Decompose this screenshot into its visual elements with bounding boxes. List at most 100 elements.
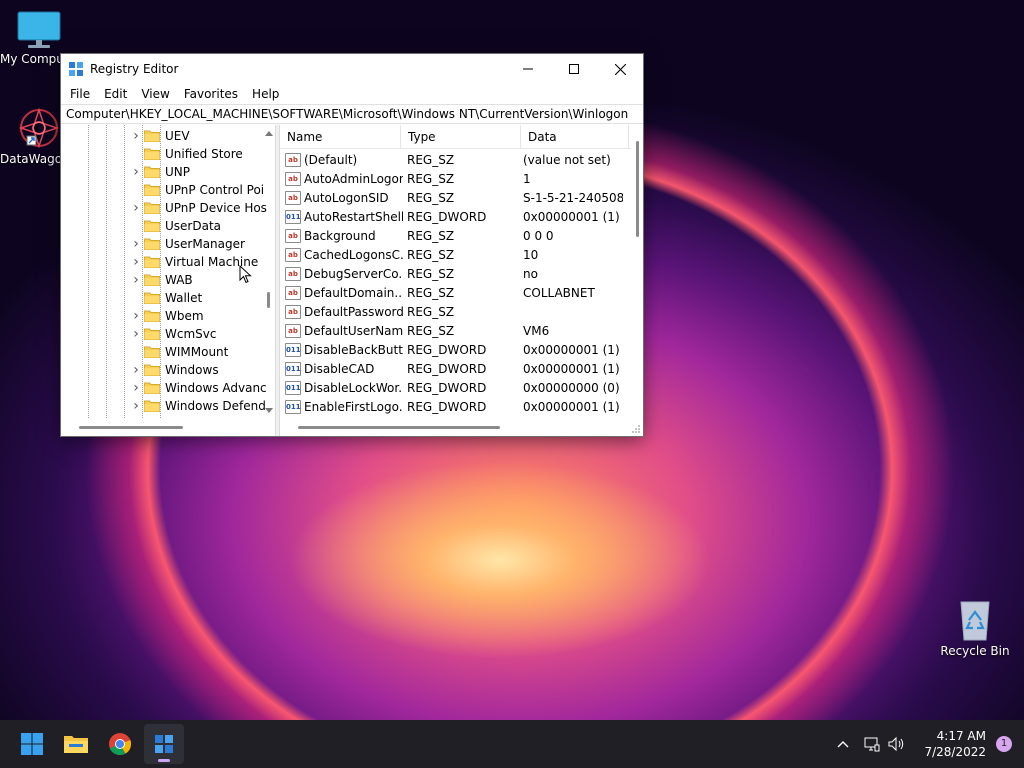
tree-item[interactable]: › Windows Advanc: [131, 379, 266, 397]
chevron-right-icon[interactable]: ›: [131, 164, 141, 180]
value-row[interactable]: ab DefaultDomain... REG_SZ COLLABNET: [280, 283, 623, 302]
tree-item[interactable]: › UEV: [131, 127, 190, 145]
registry-editor-icon: [69, 62, 83, 76]
chrome-button[interactable]: [100, 724, 140, 764]
value-data: 0 0 0: [523, 228, 554, 243]
tree-horizontal-scrollbar[interactable]: [61, 418, 275, 436]
clock[interactable]: 4:17 AM 7/28/2022: [924, 728, 986, 760]
resize-grip-icon[interactable]: [631, 424, 641, 434]
chevron-right-icon[interactable]: ›: [131, 326, 141, 342]
monitor-icon: [17, 11, 61, 48]
tree-item[interactable]: › UPnP Device Hos: [131, 199, 267, 217]
tree-item[interactable]: UPnP Control Poi: [131, 181, 264, 199]
maximize-button[interactable]: [551, 54, 597, 84]
menu-edit[interactable]: Edit: [97, 87, 134, 101]
value-row[interactable]: abAutoLogonSID REG_SZ S-1-5-21-24050806: [280, 188, 623, 207]
tree-scroll-thumb[interactable]: [267, 292, 270, 308]
clock-date: 7/28/2022: [924, 745, 986, 759]
chevron-right-icon[interactable]: ›: [131, 200, 141, 216]
value-row[interactable]: 011 DisableLockWor... REG_DWORD 0x00000000 …: [280, 378, 623, 397]
tree-item[interactable]: WIMMount: [131, 343, 228, 361]
tree-item[interactable]: › UserManager: [131, 235, 245, 253]
tree-item[interactable]: › WcmSvc: [131, 325, 216, 343]
value-name: DefaultPassword: [304, 304, 403, 319]
menu-favorites[interactable]: Favorites: [177, 87, 245, 101]
tree-item[interactable]: › Windows: [131, 361, 218, 379]
value-row[interactable]: 011DisableBackButt... REG_DWORD 0x00000001…: [280, 340, 623, 359]
folder-icon: [144, 166, 160, 178]
value-row[interactable]: 011 DisableCAD REG_DWORD 0x00000001 (1): [280, 359, 623, 378]
tree-item-label: WcmSvc: [165, 327, 217, 341]
tree-item[interactable]: › WAB: [131, 271, 192, 289]
value-row[interactable]: ab (Default) REG_SZ (value not set): [280, 150, 623, 169]
title-bar[interactable]: Registry Editor: [61, 54, 643, 84]
value-data: 0x00000001 (1): [523, 342, 620, 357]
value-row[interactable]: ab AutoAdminLogon REG_SZ 1: [280, 169, 623, 188]
value-type: REG_SZ: [407, 152, 455, 167]
list-hscroll-thumb[interactable]: [298, 426, 500, 429]
values-list[interactable]: Name Type Data ab (Default) REG_SZ (value n…: [280, 125, 643, 436]
tree-item[interactable]: Unified Store: [131, 145, 243, 163]
folder-icon: [144, 400, 160, 412]
chevron-right-icon[interactable]: ›: [131, 380, 141, 396]
menu-bar: File Edit View Favorites Help: [61, 84, 643, 104]
network-icon[interactable]: [864, 736, 880, 752]
registry-editor-taskbar-button[interactable]: [144, 724, 184, 764]
tree-item-label: UEV: [165, 129, 190, 143]
column-header-type[interactable]: Type: [401, 125, 521, 148]
file-explorer-button[interactable]: [56, 724, 96, 764]
value-row[interactable]: 011 AutoRestartShell REG_DWORD 0x00000001 (…: [280, 207, 623, 226]
tree-item[interactable]: › Wbem: [131, 307, 204, 325]
tree-vertical-scrollbar[interactable]: [263, 125, 275, 418]
chevron-right-icon[interactable]: ›: [131, 362, 141, 378]
list-scroll-thumb[interactable]: [636, 141, 639, 237]
close-button[interactable]: [597, 54, 643, 84]
column-header-data[interactable]: Data: [521, 125, 629, 148]
tree-item-label: Wbem: [165, 309, 204, 323]
registry-editor-window[interactable]: Registry Editor File Edit View Favorites…: [60, 53, 644, 437]
chevron-right-icon[interactable]: ›: [131, 236, 141, 252]
tree-item[interactable]: › UNP: [131, 163, 190, 181]
menu-help[interactable]: Help: [245, 87, 286, 101]
list-vertical-scrollbar[interactable]: [631, 125, 643, 418]
tree-hscroll-thumb[interactable]: [79, 426, 183, 429]
value-row[interactable]: ab DebugServerCo... REG_SZ no: [280, 264, 623, 283]
chevron-right-icon[interactable]: ›: [131, 398, 141, 414]
address-bar[interactable]: Computer\HKEY_LOCAL_MACHINE\SOFTWARE\Mic…: [61, 104, 643, 124]
recycle-bin-icon: [960, 601, 990, 641]
value-row[interactable]: ab Background REG_SZ 0 0 0: [280, 226, 623, 245]
desktop-icon-recycle-bin[interactable]: Recycle Bin: [936, 598, 1014, 658]
reg-dword-icon: 011: [285, 399, 301, 414]
value-name: CachedLogonsC...: [304, 247, 403, 262]
value-row[interactable]: 011 EnableFirstLogo... REG_DWORD 0x00000001…: [280, 397, 623, 416]
notification-badge[interactable]: 1: [996, 736, 1012, 752]
value-row[interactable]: ab DefaultUserName REG_SZ VM6: [280, 321, 623, 340]
minimize-icon: [523, 68, 533, 70]
system-tray: 4:17 AM 7/28/2022 1: [836, 720, 1024, 768]
tree-item[interactable]: Wallet: [131, 289, 202, 307]
tree-item-label: UPnP Control Poi: [165, 183, 265, 197]
start-button[interactable]: [12, 724, 52, 764]
minimize-button[interactable]: [505, 54, 551, 84]
chevron-up-icon[interactable]: [836, 739, 850, 749]
value-row[interactable]: ab CachedLogonsC... REG_SZ 10: [280, 245, 623, 264]
chevron-right-icon[interactable]: ›: [131, 272, 141, 288]
chevron-right-icon[interactable]: ›: [131, 308, 141, 324]
column-header-name[interactable]: Name: [280, 125, 401, 148]
tree-item-label: UserManager: [165, 237, 245, 251]
chevron-right-icon[interactable]: ›: [131, 128, 141, 144]
menu-view[interactable]: View: [134, 87, 176, 101]
tree-guide-line: [88, 125, 89, 418]
value-name: DebugServerCo...: [304, 266, 403, 281]
tree-item[interactable]: UserData: [131, 217, 221, 235]
tree-item[interactable]: › Windows Defend: [131, 397, 266, 415]
reg-dword-icon: 011: [285, 342, 301, 357]
value-row[interactable]: ab DefaultPassword REG_SZ: [280, 302, 623, 321]
volume-icon[interactable]: [888, 736, 906, 752]
menu-file[interactable]: File: [63, 87, 97, 101]
chevron-right-icon[interactable]: ›: [131, 254, 141, 270]
reg-dword-icon: 011: [285, 380, 301, 395]
list-horizontal-scrollbar[interactable]: [280, 418, 643, 436]
close-icon: [614, 63, 626, 75]
reg-sz-icon: ab: [285, 190, 301, 205]
